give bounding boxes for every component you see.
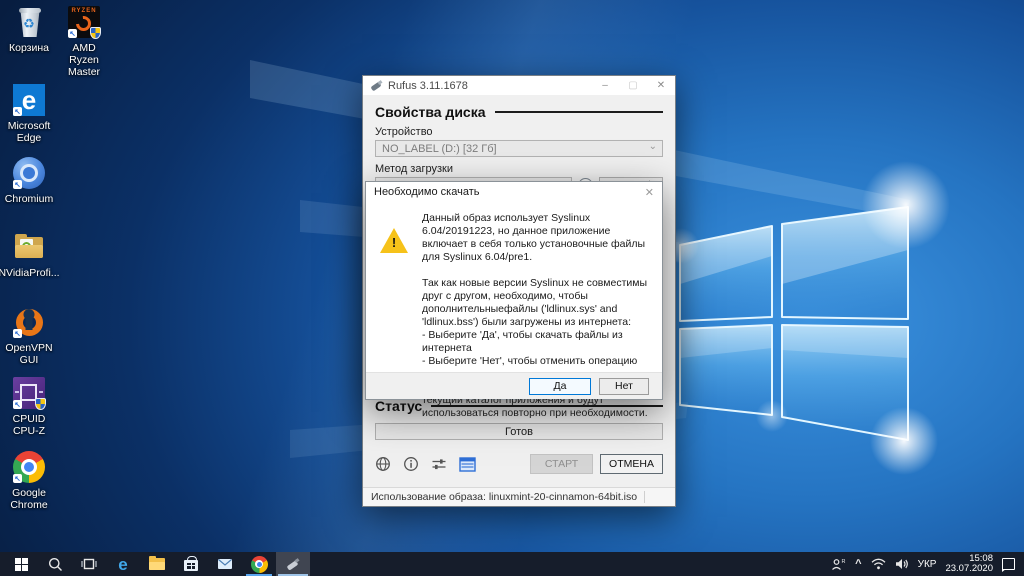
section-title: Статус [375, 398, 423, 414]
desktop-icon-label: Chromium [4, 193, 54, 205]
nvidia-folder-icon [12, 230, 46, 264]
desktop-icon-chromium[interactable]: ↖ Chromium [2, 156, 56, 205]
system-tray: R ^ УКР 15:08 23.07.2020 [831, 552, 1024, 576]
amd-ryzen-master-icon: RYZEN ↖ [67, 5, 101, 39]
file-explorer-icon [149, 556, 165, 570]
microsoft-store-icon [184, 556, 198, 571]
device-select[interactable]: NO_LABEL (D:) [32 Гб] ⌄ [375, 140, 663, 157]
rufus-titlebar: Rufus 3.11.1678 – ▢ ✕ [363, 76, 675, 95]
desktop-icon-recycle-bin[interactable]: ♻ Корзина [2, 5, 56, 54]
rufus-app-icon [370, 79, 383, 92]
volume-icon[interactable] [895, 558, 909, 570]
taskbar-store-button[interactable] [174, 552, 208, 576]
desktop-icon-label: CPUID CPU-Z [12, 413, 46, 437]
desktop-icon-nvidia-profile[interactable]: NVidiaProfi... [0, 230, 60, 279]
shortcut-arrow-icon: ↖ [68, 29, 77, 38]
dialog-bullet: - Выберите 'Нет', чтобы отменить операци… [422, 355, 638, 367]
recycle-bin-icon: ♻ [12, 5, 46, 39]
microsoft-edge-icon: e ↖ [12, 83, 46, 117]
task-view-button[interactable] [72, 552, 106, 576]
dialog-title: Необходимо скачать [374, 186, 480, 198]
desktop-icon-microsoft-edge[interactable]: e ↖ Microsoft Edge [2, 83, 56, 144]
google-chrome-icon [250, 555, 268, 573]
desktop-icon-label: Google Chrome [10, 487, 48, 511]
shortcut-arrow-icon: ↖ [13, 107, 22, 116]
log-icon[interactable] [459, 456, 476, 472]
shortcut-arrow-icon: ↖ [13, 400, 22, 409]
desktop-icon-label: Корзина [9, 42, 49, 54]
dialog-body: ! Данный образ использует Syslinux 6.04/… [366, 202, 662, 419]
shortcut-arrow-icon: ↖ [13, 329, 22, 338]
chromium-icon: ↖ [12, 156, 46, 190]
openvpn-gui-icon: ↖ [12, 305, 46, 339]
desktop-icon-google-chrome[interactable]: ↖ Google Chrome [2, 450, 56, 511]
dialog-footer: Да Нет [366, 372, 662, 399]
dialog-paragraph: Данный образ использует Syslinux 6.04/20… [422, 212, 646, 263]
cancel-button[interactable]: ОТМЕНА [600, 454, 663, 474]
taskbar-file-explorer-button[interactable] [140, 552, 174, 576]
search-icon [48, 557, 62, 571]
window-title: Rufus 3.11.1678 [388, 79, 468, 92]
action-center-icon[interactable] [1002, 558, 1015, 572]
people-icon[interactable]: R [831, 558, 846, 571]
taskbar-search-button[interactable] [38, 552, 72, 576]
svg-text:R: R [842, 559, 846, 565]
edge-icon: e [118, 554, 128, 574]
shortcut-arrow-icon: ↖ [13, 180, 22, 189]
dialog-close-icon[interactable]: ✕ [645, 186, 654, 199]
section-drive-properties: Свойства диска [375, 104, 663, 120]
about-info-icon[interactable] [403, 456, 419, 472]
desktop-icon-label: NVidiaProfi... [0, 267, 60, 279]
dialog-bullet: - Выберите 'Да', чтобы скачать файлы из … [422, 329, 623, 354]
download-required-dialog: Необходимо скачать ✕ ! Данный образ испо… [365, 181, 663, 419]
desktop-icon-amd-ryzen-master[interactable]: RYZEN ↖ AMD Ryzen Master [57, 5, 111, 78]
google-chrome-icon: ↖ [12, 450, 46, 484]
maximize-button: ▢ [628, 80, 638, 91]
close-button[interactable]: ✕ [647, 76, 675, 95]
statusbar-divider [644, 491, 645, 503]
language-indicator[interactable]: УКР [918, 559, 937, 570]
tray-clock[interactable]: 15:08 23.07.2020 [945, 553, 993, 575]
minimize-button[interactable]: – [591, 76, 619, 95]
start-button[interactable]: СТАРТ [530, 454, 593, 474]
language-globe-icon[interactable] [375, 456, 391, 472]
start-menu-button[interactable] [4, 552, 38, 576]
mail-icon [218, 559, 232, 569]
taskbar: e R ^ УКР 15:08 23.07.2020 [0, 552, 1024, 576]
taskbar-chrome-button[interactable] [242, 552, 276, 576]
desktop-icon-label: AMD Ryzen Master [67, 42, 101, 78]
boot-method-label: Метод загрузки [375, 163, 453, 175]
tray-date: 23.07.2020 [945, 563, 993, 574]
shortcut-arrow-icon: ↖ [13, 474, 22, 483]
dialog-titlebar: Необходимо скачать ✕ [366, 182, 662, 202]
desktop-icon-label: Microsoft Edge [7, 120, 51, 144]
no-button[interactable]: Нет [599, 377, 649, 395]
taskbar-mail-button[interactable] [208, 552, 242, 576]
tray-overflow-chevron-icon[interactable]: ^ [855, 558, 861, 570]
desktop-icon-cpuid-cpuz[interactable]: ↖ CPUID CPU-Z [2, 376, 56, 437]
settings-sliders-icon[interactable] [431, 456, 447, 472]
chevron-down-icon: ⌄ [648, 141, 657, 152]
wifi-icon[interactable] [871, 558, 886, 570]
section-rule [494, 111, 663, 113]
desktop-icon-label: OpenVPN GUI [5, 342, 53, 366]
taskbar-rufus-button[interactable] [276, 552, 310, 576]
progress-bar: Готов [375, 423, 663, 440]
screen: ♻ Корзина RYZEN ↖ AMD Ryzen Master e ↖ M… [0, 0, 1024, 576]
desktop-icon-openvpn-gui[interactable]: ↖ OpenVPN GUI [2, 305, 56, 366]
statusbar-text: Использование образа: linuxmint-20-cinna… [371, 491, 638, 503]
section-title: Свойства диска [375, 104, 486, 120]
rufus-usb-icon [285, 556, 301, 572]
rufus-statusbar: Использование образа: linuxmint-20-cinna… [363, 487, 675, 506]
cpuz-icon: ↖ [12, 376, 46, 410]
yes-button[interactable]: Да [529, 377, 591, 395]
windows-start-icon [14, 557, 28, 571]
task-view-icon [81, 558, 97, 570]
device-label: Устройство [375, 126, 433, 138]
taskbar-edge-button[interactable]: e [106, 552, 140, 576]
dialog-paragraph: Так как новые версии Syslinux не совмест… [422, 277, 648, 328]
